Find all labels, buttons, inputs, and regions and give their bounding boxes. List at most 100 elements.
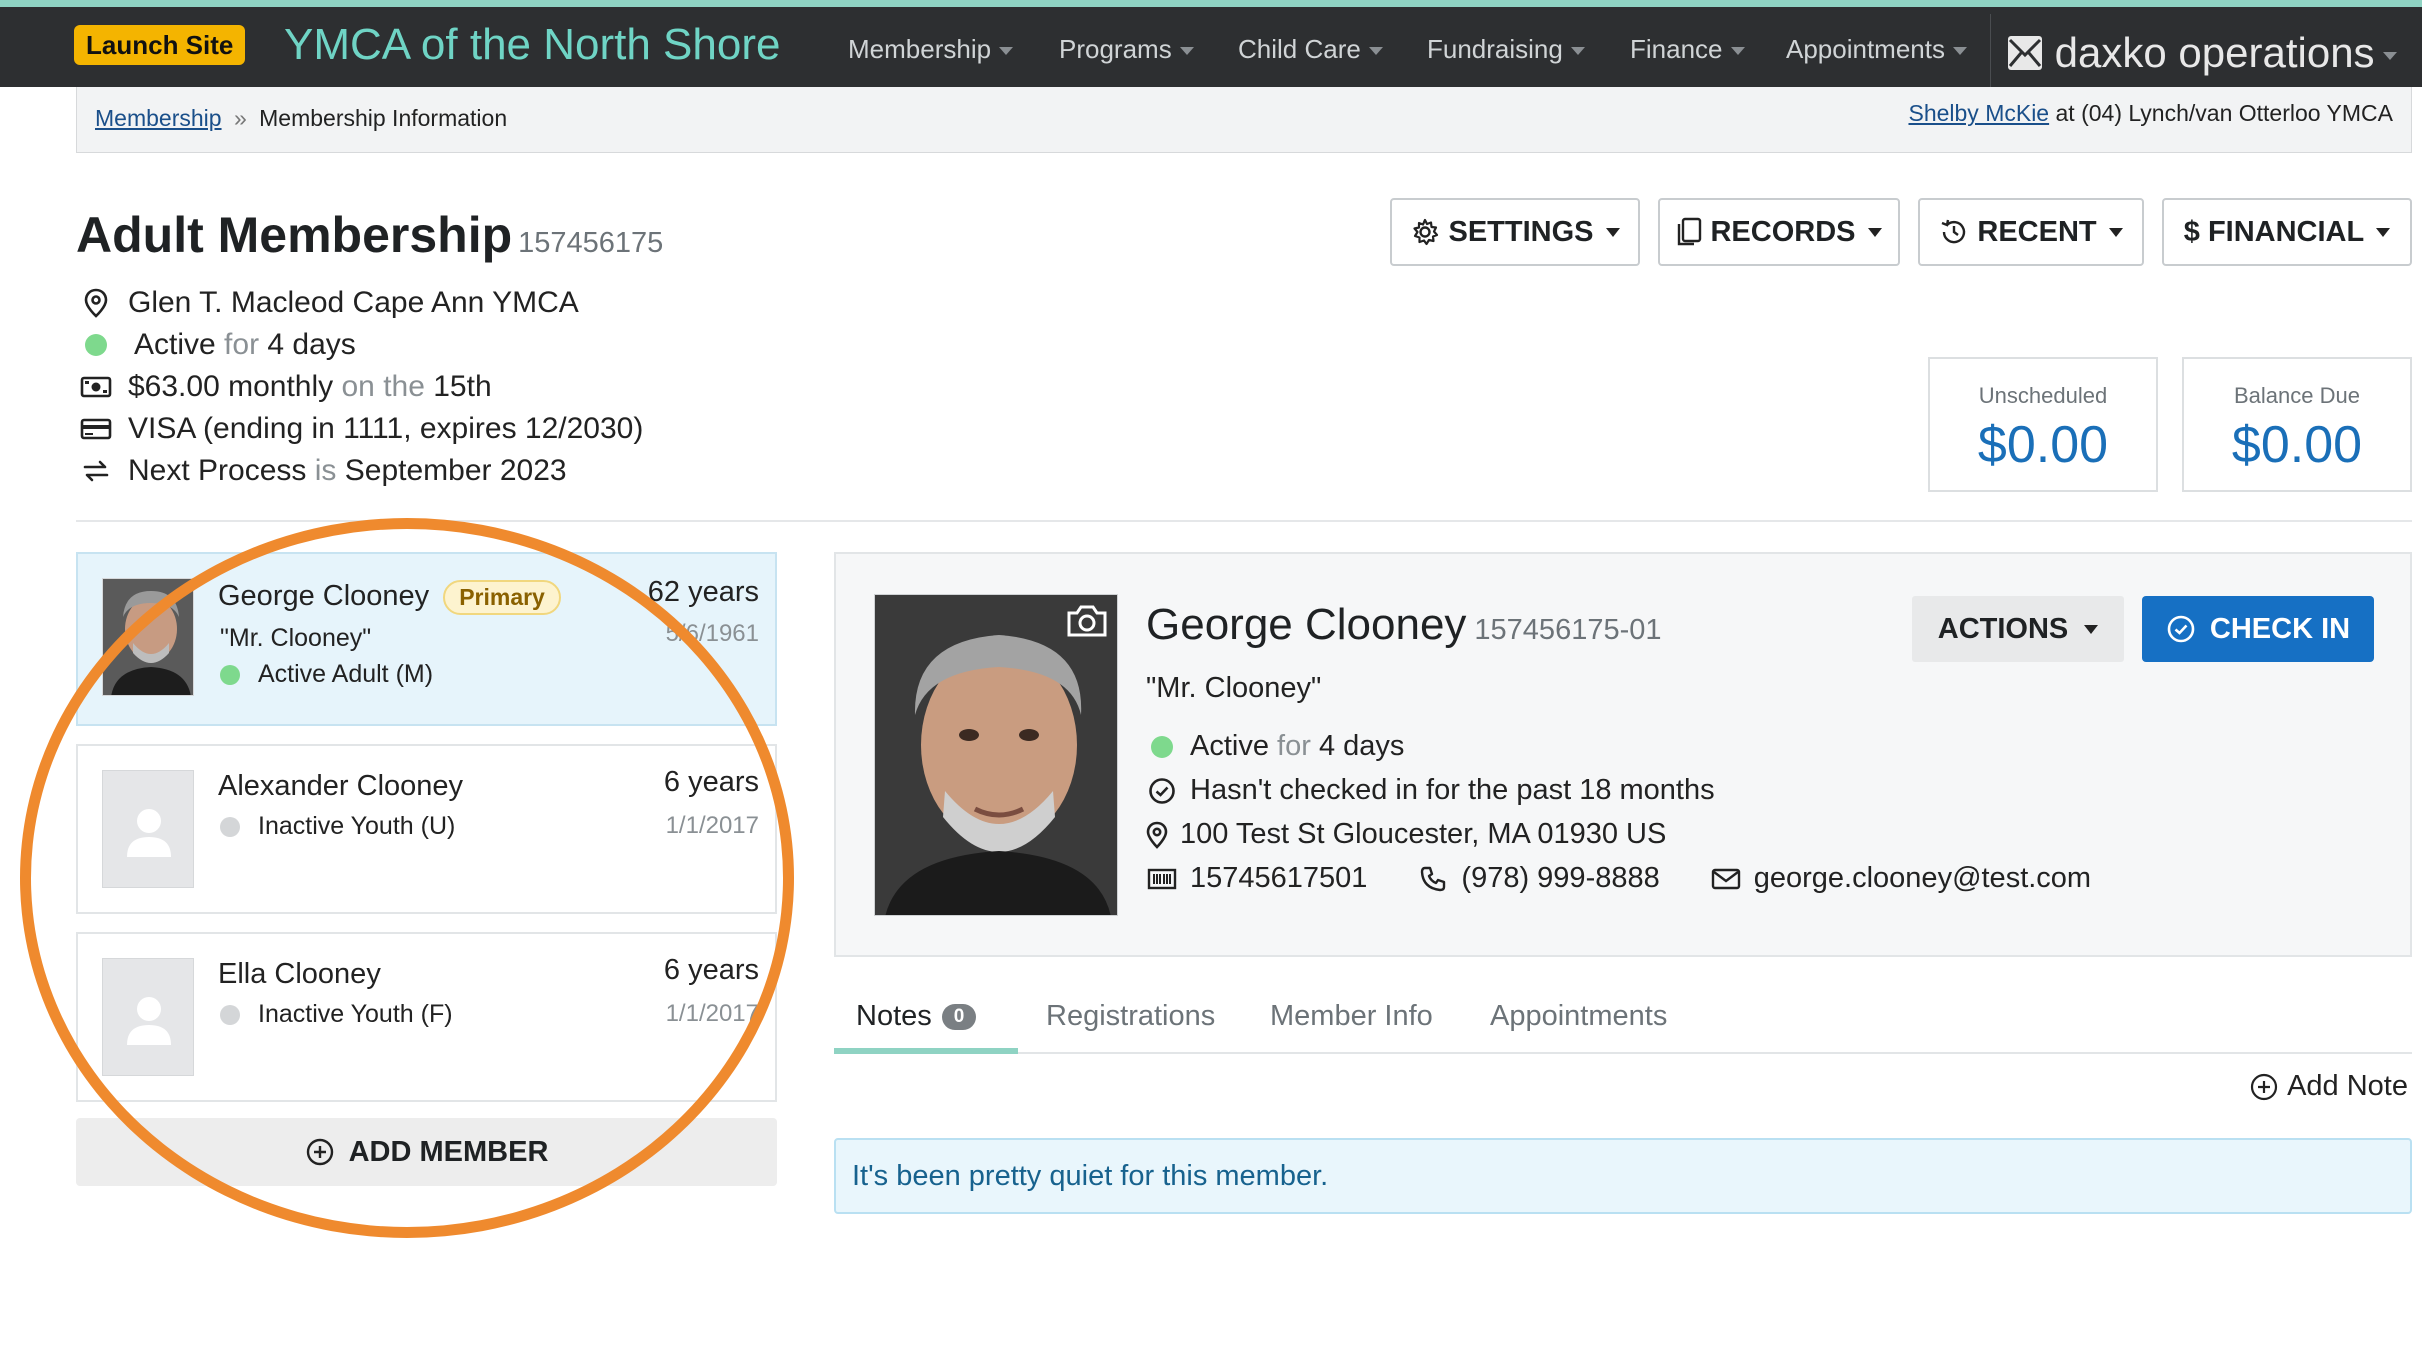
next-process: Next Process is September 2023 <box>76 454 567 488</box>
recent-button[interactable]: RECENT <box>1918 198 2144 266</box>
phone-text[interactable]: (978) 999-8888 <box>1461 862 1659 895</box>
member-detail-panel: George Clooney 157456175-01 "Mr. Clooney"… <box>834 552 2412 957</box>
check-in-button[interactable]: CHECK IN <box>2142 596 2374 662</box>
barcode-icon <box>1146 867 1178 891</box>
actions-button[interactable]: ACTIONS <box>1912 596 2124 662</box>
settings-button[interactable]: SETTINGS <box>1390 198 1640 266</box>
status-dot <box>220 1004 240 1025</box>
nav-membership[interactable]: Membership <box>848 29 1014 69</box>
chevron-down-icon <box>999 47 1014 56</box>
status-dot <box>220 664 240 685</box>
member-card[interactable]: Ella Clooney Inactive Youth (F) 6 years … <box>76 932 777 1102</box>
card-text: VISA (ending in 1111, expires 12/2030) <box>128 412 644 445</box>
member-status: Inactive Youth (U) <box>220 812 455 841</box>
page: Launch Site YMCA of the North Shore Memb… <box>0 0 2422 1366</box>
unscheduled-value[interactable]: $0.00 <box>1930 415 2156 475</box>
detail-status-for: for <box>1277 730 1311 762</box>
nav-finance[interactable]: Finance <box>1630 29 1745 69</box>
tab-appointments[interactable]: Appointments <box>1490 1000 1667 1033</box>
nav-appointments[interactable]: Appointments <box>1786 29 1967 69</box>
cash-icon <box>76 375 116 399</box>
balance-due: Balance Due $0.00 <box>2182 357 2412 492</box>
tab-notes[interactable]: Notes 0 <box>856 1000 977 1033</box>
branch-name: Glen T. Macleod Cape Ann YMCA <box>128 286 579 319</box>
tab-registrations[interactable]: Registrations <box>1046 1000 1215 1033</box>
member-age: 62 years <box>647 576 759 608</box>
status-dot <box>220 816 240 837</box>
next-is: is <box>314 454 337 487</box>
records-label: RECORDS <box>1710 215 1856 248</box>
page-title: Adult Membership 157456175 <box>76 206 663 264</box>
chevron-down-icon <box>2382 51 2397 60</box>
active-tab-indicator <box>834 1048 1018 1054</box>
financial-button[interactable]: $ FINANCIAL <box>2162 198 2412 266</box>
detail-contact-row: 15745617501 (978) 999-8888 george.cloone… <box>1146 862 2091 895</box>
member-status-text: Inactive Youth (F) <box>258 1000 453 1028</box>
add-note-button[interactable]: Add Note <box>2249 1070 2408 1103</box>
financial-label: FINANCIAL <box>2207 215 2365 248</box>
membership-status: Active for 4 days <box>76 328 356 362</box>
user-silhouette-icon <box>127 809 171 857</box>
chevron-down-icon <box>1730 47 1745 56</box>
member-card-primary[interactable]: George Clooney Primary "Mr. Clooney" Acti… <box>76 552 777 726</box>
nav-label: Appointments <box>1786 34 1945 64</box>
actions-label: ACTIONS <box>1937 612 2069 645</box>
add-member-button[interactable]: ADD MEMBER <box>76 1118 777 1186</box>
detail-address: 100 Test St Gloucester, MA 01930 US <box>1146 818 1666 851</box>
phone-icon <box>1417 865 1449 893</box>
repeat-icon <box>76 457 116 485</box>
chevron-down-icon <box>1570 47 1585 56</box>
primary-badge: Primary <box>443 580 561 615</box>
status-text: Active <box>134 328 216 361</box>
status-dot-icon <box>1146 735 1178 758</box>
nav-fundraising[interactable]: Fundraising <box>1427 29 1585 69</box>
association-name[interactable]: YMCA of the North Shore <box>284 17 780 73</box>
nav-programs[interactable]: Programs <box>1059 29 1194 69</box>
records-button[interactable]: RECORDS <box>1658 198 1900 266</box>
settings-label: SETTINGS <box>1448 215 1594 248</box>
product-switcher[interactable]: daxko operations <box>1990 14 2422 94</box>
member-profile-photo[interactable] <box>874 594 1118 916</box>
chevron-down-icon <box>1952 47 1967 56</box>
tab-member-info[interactable]: Member Info <box>1270 1000 1433 1033</box>
map-pin-icon <box>76 288 116 318</box>
chevron-down-icon <box>1867 227 1882 237</box>
balance-due-value[interactable]: $0.00 <box>2184 415 2410 475</box>
payment-card: VISA (ending in 1111, expires 12/2030) <box>76 412 643 446</box>
tab-notes-label: Notes <box>856 1000 932 1032</box>
breadcrumb: Membership » Membership Information <box>95 105 507 132</box>
checkin-note-text: Hasn't checked in for the past 18 months <box>1190 774 1715 806</box>
history-icon <box>1941 219 1966 244</box>
member-dob: 1/1/2017 <box>665 812 759 839</box>
member-age: 6 years <box>663 766 759 798</box>
member-name: George Clooney Primary <box>218 580 561 615</box>
add-note-label: Add Note <box>2287 1070 2408 1102</box>
dollar-icon: $ <box>2183 215 2200 248</box>
daxko-logo: daxko operations <box>2007 28 2397 78</box>
nav-label: Finance <box>1630 34 1723 64</box>
nav-child-care[interactable]: Child Care <box>1238 29 1383 69</box>
user-name-link[interactable]: Shelby McKie <box>1908 100 2049 126</box>
member-card[interactable]: Alexander Clooney Inactive Youth (U) 6 y… <box>76 744 777 914</box>
launch-site-button[interactable]: Launch Site <box>74 25 246 65</box>
user-location: (04) Lynch/van Otterloo YMCA <box>2081 100 2393 126</box>
email-text[interactable]: george.clooney@test.com <box>1754 862 2091 895</box>
detail-name-text: George Clooney <box>1146 600 1467 649</box>
add-member-label: ADD MEMBER <box>348 1135 549 1168</box>
camera-icon[interactable] <box>1065 603 1109 639</box>
documents-icon <box>1678 217 1702 246</box>
chevron-down-icon <box>1368 47 1383 56</box>
breadcrumb-link-membership[interactable]: Membership <box>95 105 222 131</box>
plus-circle-icon <box>306 1138 333 1166</box>
map-pin-icon <box>1146 821 1168 849</box>
divider <box>76 520 2412 522</box>
status-duration: 4 days <box>267 328 356 361</box>
current-user: Shelby McKie at (04) Lynch/van Otterloo … <box>1908 100 2393 127</box>
user-at: at <box>2055 100 2075 126</box>
member-name: Ella Clooney <box>218 958 381 990</box>
member-nickname: "Mr. Clooney" <box>220 624 372 652</box>
member-status: Active Adult (M) <box>220 660 433 689</box>
member-photo-placeholder <box>102 958 194 1076</box>
detail-checkin-note: Hasn't checked in for the past 18 months <box>1146 774 1715 807</box>
membership-amount: $63.00 monthly on the 15th <box>76 370 492 404</box>
